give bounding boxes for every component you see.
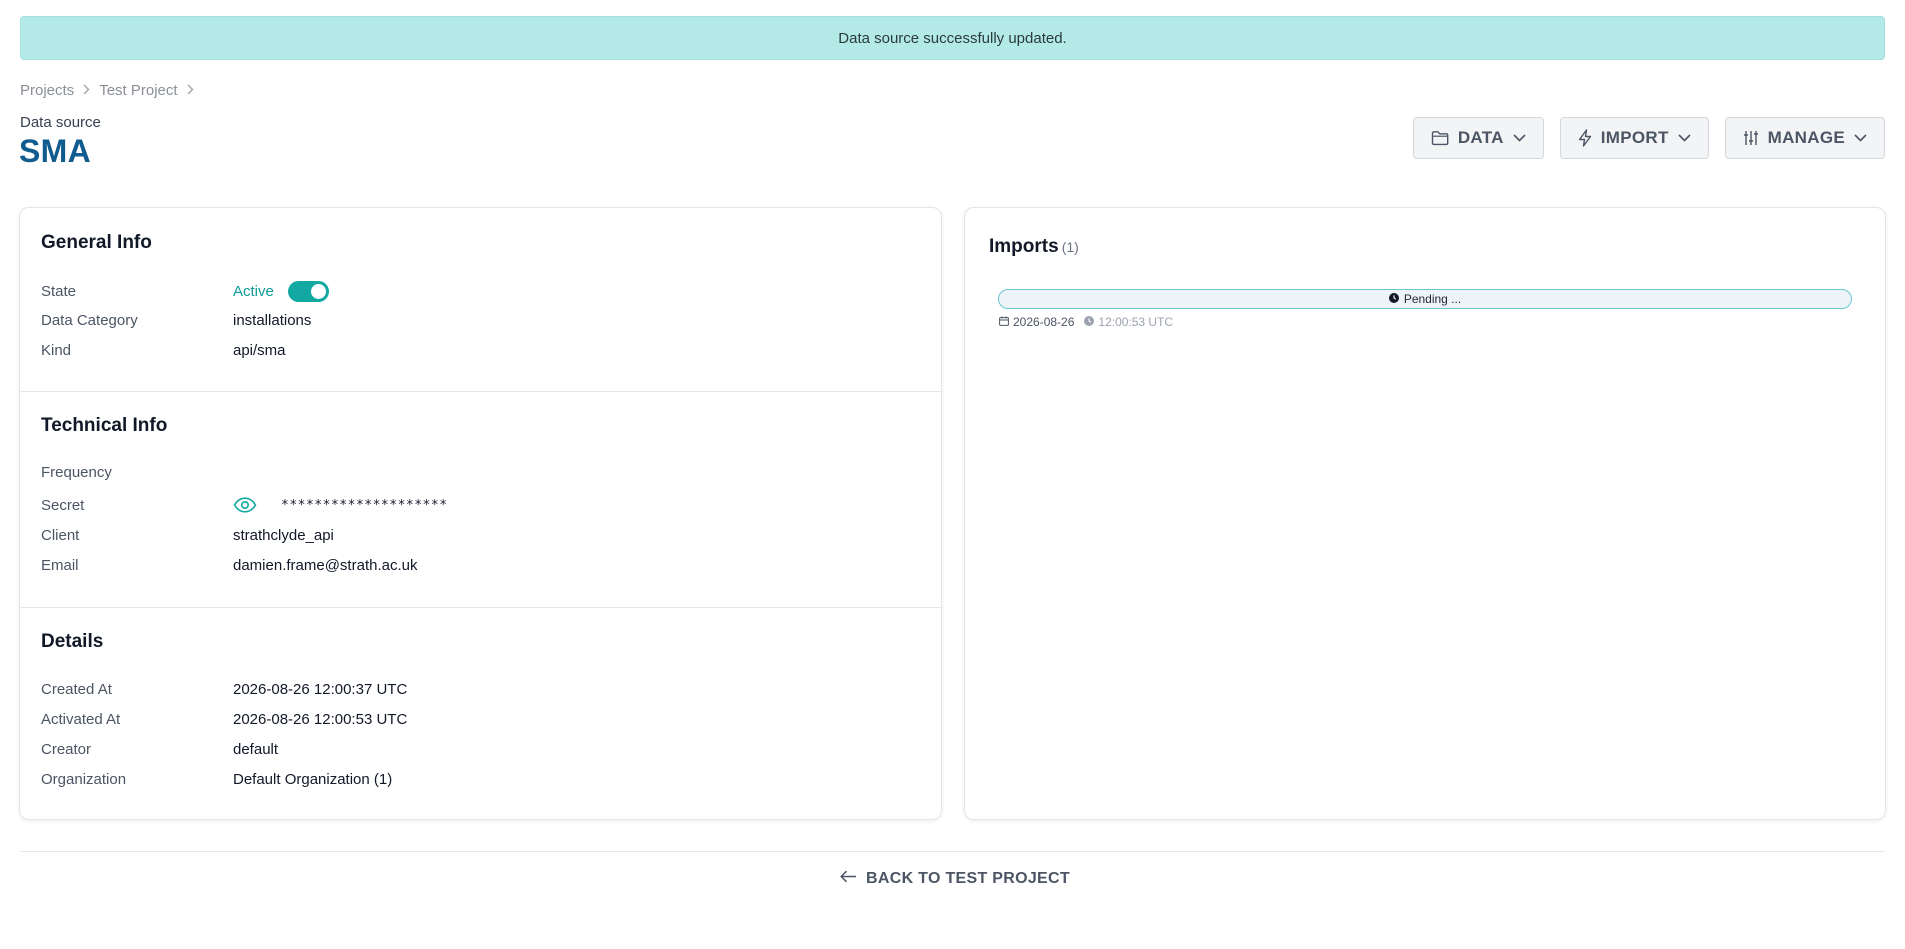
import-status-label: Pending ...	[1403, 292, 1462, 306]
clock-icon	[1084, 315, 1095, 329]
creator-row: Creator default	[41, 741, 278, 758]
activated-row: Activated At 2026-08-26 12:00:53 UTC	[41, 711, 407, 728]
section-divider	[20, 391, 941, 392]
general-info-section: General Info	[20, 232, 941, 254]
chevron-right-icon	[83, 83, 90, 98]
toggle-knob	[310, 284, 326, 299]
arrow-left-icon	[840, 870, 857, 888]
state-toggle[interactable]	[287, 281, 329, 302]
created-label: Created At	[41, 681, 112, 698]
client-label: Client	[41, 527, 80, 544]
client-value: strathclyde_api	[233, 527, 334, 544]
frequency-row: Frequency	[41, 464, 233, 481]
imports-title: Imports (1)	[989, 236, 1079, 258]
technical-info-section: Technical Info	[20, 415, 941, 437]
kind-label: Kind	[41, 342, 72, 359]
lightning-icon	[1578, 129, 1592, 147]
chevron-down-icon	[1854, 134, 1867, 142]
kind-row: Kind api/sma	[41, 342, 286, 359]
organization-label: Organization	[41, 771, 127, 788]
creator-label: Creator	[41, 741, 92, 758]
imports-count: (1)	[1061, 239, 1079, 255]
folder-icon	[1431, 130, 1449, 146]
client-row: Client strathclyde_api	[41, 527, 334, 544]
category-label: Data Category	[41, 312, 138, 329]
activated-value: 2026-08-26 12:00:53 UTC	[233, 711, 408, 728]
organization-value: Default Organization (1)	[233, 771, 393, 788]
general-info-title: General Info	[41, 232, 152, 253]
manage-menu-button[interactable]: MANAGE	[1724, 117, 1885, 159]
secret-value: ********************	[281, 497, 448, 513]
state-row: State Active	[41, 281, 329, 302]
import-date: 2026-08-26	[1013, 315, 1075, 329]
kind-value: api/sma	[233, 342, 286, 359]
import-status-bar[interactable]: Pending ...	[998, 289, 1852, 309]
chevron-down-icon	[1513, 134, 1526, 142]
email-label: Email	[41, 557, 79, 574]
sliders-icon	[1743, 130, 1759, 146]
category-value: installations	[233, 312, 312, 329]
chevron-right-icon	[187, 83, 194, 98]
footer-divider	[20, 851, 1885, 852]
breadcrumb: Projects Test Project	[20, 82, 203, 99]
header-actions: DATA IMPORT MANAGE	[1412, 117, 1885, 159]
import-menu-label: IMPORT	[1600, 128, 1669, 147]
success-banner: Data source successfully updated.	[20, 16, 1885, 60]
created-row: Created At 2026-08-26 12:00:37 UTC	[41, 681, 407, 698]
import-menu-button[interactable]: IMPORT	[1559, 117, 1709, 159]
imports-title-label: Imports	[989, 236, 1059, 257]
import-time: 12:00:53 UTC	[1098, 315, 1174, 329]
page-eyebrow: Data source	[20, 114, 101, 131]
calendar-icon	[999, 315, 1009, 329]
organization-row: Organization Default Organization (1)	[41, 771, 392, 788]
creator-value: default	[233, 741, 279, 758]
state-value: Active	[233, 283, 274, 300]
details-section: Details	[20, 631, 941, 653]
category-row: Data Category installations	[41, 312, 311, 329]
eye-icon[interactable]	[233, 495, 257, 515]
back-link-label: BACK TO TEST PROJECT	[866, 870, 1070, 887]
import-meta: 2026-08-26 12:00:53 UTC	[999, 315, 1173, 329]
page-title: SMA	[19, 133, 92, 169]
breadcrumb-test-project[interactable]: Test Project	[99, 82, 177, 99]
chevron-down-icon	[1678, 134, 1691, 142]
imports-card: Imports (1) Pending ... 2026-08-26 12:00:…	[964, 207, 1886, 820]
email-value: damien.frame@strath.ac.uk	[233, 557, 418, 574]
secret-label: Secret	[41, 496, 85, 514]
manage-menu-label: MANAGE	[1767, 128, 1845, 147]
data-source-info-card: General Info State Active Data Category …	[19, 207, 942, 820]
technical-info-title: Technical Info	[41, 415, 168, 436]
breadcrumb-projects[interactable]: Projects	[20, 82, 74, 99]
frequency-label: Frequency	[41, 464, 112, 481]
secret-row: Secret ********************	[41, 495, 448, 515]
details-title: Details	[41, 631, 104, 652]
data-menu-label: DATA	[1457, 128, 1504, 147]
clock-icon	[1388, 292, 1399, 306]
state-label: State	[41, 283, 77, 300]
back-to-project-link[interactable]: BACK TO TEST PROJECT	[840, 870, 1070, 888]
data-menu-button[interactable]: DATA	[1412, 117, 1544, 159]
created-value: 2026-08-26 12:00:37 UTC	[233, 681, 408, 698]
activated-label: Activated At	[41, 711, 121, 728]
email-row: Email damien.frame@strath.ac.uk	[41, 557, 417, 574]
section-divider	[20, 607, 941, 608]
banner-message: Data source successfully updated.	[838, 29, 1067, 47]
